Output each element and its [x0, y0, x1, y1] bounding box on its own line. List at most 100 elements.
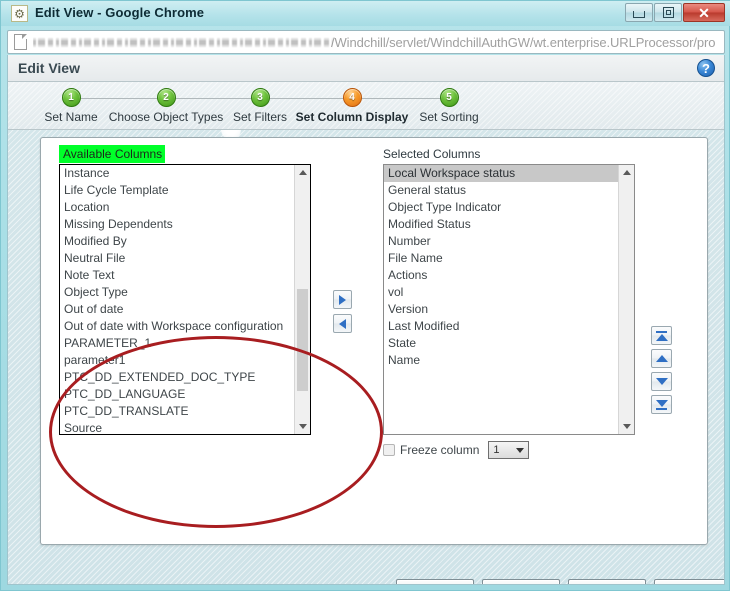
- list-item[interactable]: Name: [384, 352, 618, 369]
- list-item[interactable]: Neutral File: [60, 250, 294, 267]
- step-2-label: Choose Object Types: [108, 110, 224, 124]
- list-item[interactable]: Actions: [384, 267, 618, 284]
- close-icon: ✕: [698, 4, 710, 21]
- arrow-left-icon: [339, 318, 346, 329]
- back-button[interactable]: Back: [396, 579, 474, 585]
- wizard-step-2[interactable]: 2 Choose Object Types: [106, 88, 226, 124]
- scroll-down-icon[interactable]: [295, 419, 310, 434]
- list-item[interactable]: File Name: [384, 250, 618, 267]
- url-redacted-portion: [33, 36, 333, 48]
- remove-column-button[interactable]: [333, 314, 352, 333]
- freeze-column-checkbox[interactable]: [383, 444, 395, 456]
- list-item[interactable]: State: [384, 335, 618, 352]
- list-item[interactable]: Object Type: [60, 284, 294, 301]
- page-icon: [14, 34, 27, 50]
- freeze-column-select[interactable]: 1: [488, 441, 530, 459]
- selected-columns-listbox[interactable]: Local Workspace status General status Ob…: [383, 164, 635, 435]
- scroll-up-icon[interactable]: [295, 165, 310, 180]
- window-icon: ⚙: [11, 5, 28, 22]
- minimize-icon: [633, 11, 645, 18]
- list-item[interactable]: Out of date: [60, 301, 294, 318]
- step-4-badge: 4: [342, 88, 362, 107]
- list-item[interactable]: Instance: [60, 165, 294, 182]
- selected-columns-label: Selected Columns: [383, 147, 481, 161]
- list-item[interactable]: PARAMETER_1: [60, 335, 294, 352]
- freeze-column-row: Freeze column 1: [383, 441, 530, 459]
- back-button-mnemonic: B: [422, 583, 430, 585]
- freeze-column-label: Freeze column: [400, 443, 480, 457]
- list-item[interactable]: Modified Status: [384, 216, 618, 233]
- finish-button[interactable]: Finish: [568, 579, 646, 585]
- list-item[interactable]: PTC_DD_TRANSLATE: [60, 403, 294, 420]
- cancel-button-label: ancel: [683, 583, 712, 585]
- back-button-label: ack: [430, 583, 449, 585]
- cancel-button[interactable]: Cancel: [654, 579, 724, 585]
- list-item[interactable]: Location: [60, 199, 294, 216]
- wizard-button-bar: Back Next Finish Cancel: [396, 579, 724, 585]
- list-item[interactable]: vol: [384, 284, 618, 301]
- wizard-steps: 1 Set Name 2 Choose Object Types 3 Set F…: [8, 82, 724, 130]
- window-titlebar: ⚙ Edit View - Google Chrome ✕: [1, 1, 730, 26]
- list-item[interactable]: Local Workspace status: [384, 165, 618, 182]
- minimize-button[interactable]: [625, 3, 653, 22]
- list-item[interactable]: Last Modified: [384, 318, 618, 335]
- available-columns-listbox[interactable]: Instance Life Cycle Template Location Mi…: [59, 164, 311, 435]
- arrow-up-icon: [655, 333, 668, 341]
- move-up-button[interactable]: [651, 349, 672, 368]
- next-button[interactable]: Next: [482, 579, 560, 584]
- list-item[interactable]: General status: [384, 182, 618, 199]
- finish-button-label: inish: [598, 583, 623, 585]
- scrollbar-thumb[interactable]: [297, 289, 308, 391]
- list-item[interactable]: PTC_DD_LANGUAGE: [60, 386, 294, 403]
- app-header: Edit View ?: [8, 55, 724, 82]
- step-4-label: Set Column Display: [295, 110, 409, 124]
- chevron-down-icon: [516, 447, 525, 453]
- browser-window: ⚙ Edit View - Google Chrome ✕ /Windchill…: [0, 0, 730, 591]
- arrow-down-icon: [655, 399, 668, 407]
- wizard-step-4[interactable]: 4 Set Column Display: [292, 88, 412, 124]
- move-down-button[interactable]: [651, 372, 672, 391]
- wizard-step-5[interactable]: 5 Set Sorting: [408, 88, 490, 124]
- arrow-up-icon: [655, 355, 668, 362]
- scroll-down-icon[interactable]: [619, 419, 634, 434]
- maximize-button[interactable]: [654, 3, 682, 22]
- list-item[interactable]: Out of date with Workspace configuration: [60, 318, 294, 335]
- list-item[interactable]: PTC_DD_EXTENDED_DOC_TYPE: [60, 369, 294, 386]
- list-item[interactable]: Modified By: [60, 233, 294, 250]
- list-item[interactable]: Number: [384, 233, 618, 250]
- available-columns-label: Available Columns: [59, 145, 166, 163]
- selected-scrollbar[interactable]: [618, 165, 634, 434]
- bar-icon: [656, 330, 667, 333]
- window-title: Edit View - Google Chrome: [35, 5, 205, 20]
- column-display-panel: Available Columns Selected Columns Insta…: [40, 137, 708, 545]
- step-3-label: Set Filters: [232, 110, 287, 124]
- freeze-column-value: 1: [493, 444, 500, 456]
- maximize-icon: [662, 7, 674, 18]
- list-item[interactable]: Version: [384, 301, 618, 318]
- close-button[interactable]: ✕: [683, 3, 725, 22]
- bar-icon: [656, 407, 667, 410]
- step-2-badge: 2: [156, 88, 176, 107]
- list-item[interactable]: Life Cycle Template: [60, 182, 294, 199]
- list-item[interactable]: Source: [60, 420, 294, 434]
- selected-columns-items: Local Workspace status General status Ob…: [384, 165, 618, 434]
- help-icon[interactable]: ?: [697, 59, 715, 77]
- move-to-top-button[interactable]: [651, 326, 672, 345]
- list-item[interactable]: Missing Dependents: [60, 216, 294, 233]
- step-1-label: Set Name: [44, 110, 98, 124]
- move-to-bottom-button[interactable]: [651, 395, 672, 414]
- arrow-right-icon: [339, 294, 346, 305]
- address-bar[interactable]: /Windchill/servlet/WindchillAuthGW/wt.en…: [7, 30, 725, 54]
- step-3-badge: 3: [250, 88, 270, 107]
- step-1-badge: 1: [61, 88, 81, 107]
- available-columns-items: Instance Life Cycle Template Location Mi…: [60, 165, 294, 434]
- add-column-button[interactable]: [333, 290, 352, 309]
- available-scrollbar[interactable]: [294, 165, 310, 434]
- list-item[interactable]: parameter1: [60, 352, 294, 369]
- list-item[interactable]: Note Text: [60, 267, 294, 284]
- scroll-up-icon[interactable]: [619, 165, 634, 180]
- step-5-label: Set Sorting: [419, 110, 479, 124]
- list-item[interactable]: Object Type Indicator: [384, 199, 618, 216]
- wizard-step-1[interactable]: 1 Set Name: [36, 88, 106, 124]
- wizard-step-3[interactable]: 3 Set Filters: [224, 88, 296, 124]
